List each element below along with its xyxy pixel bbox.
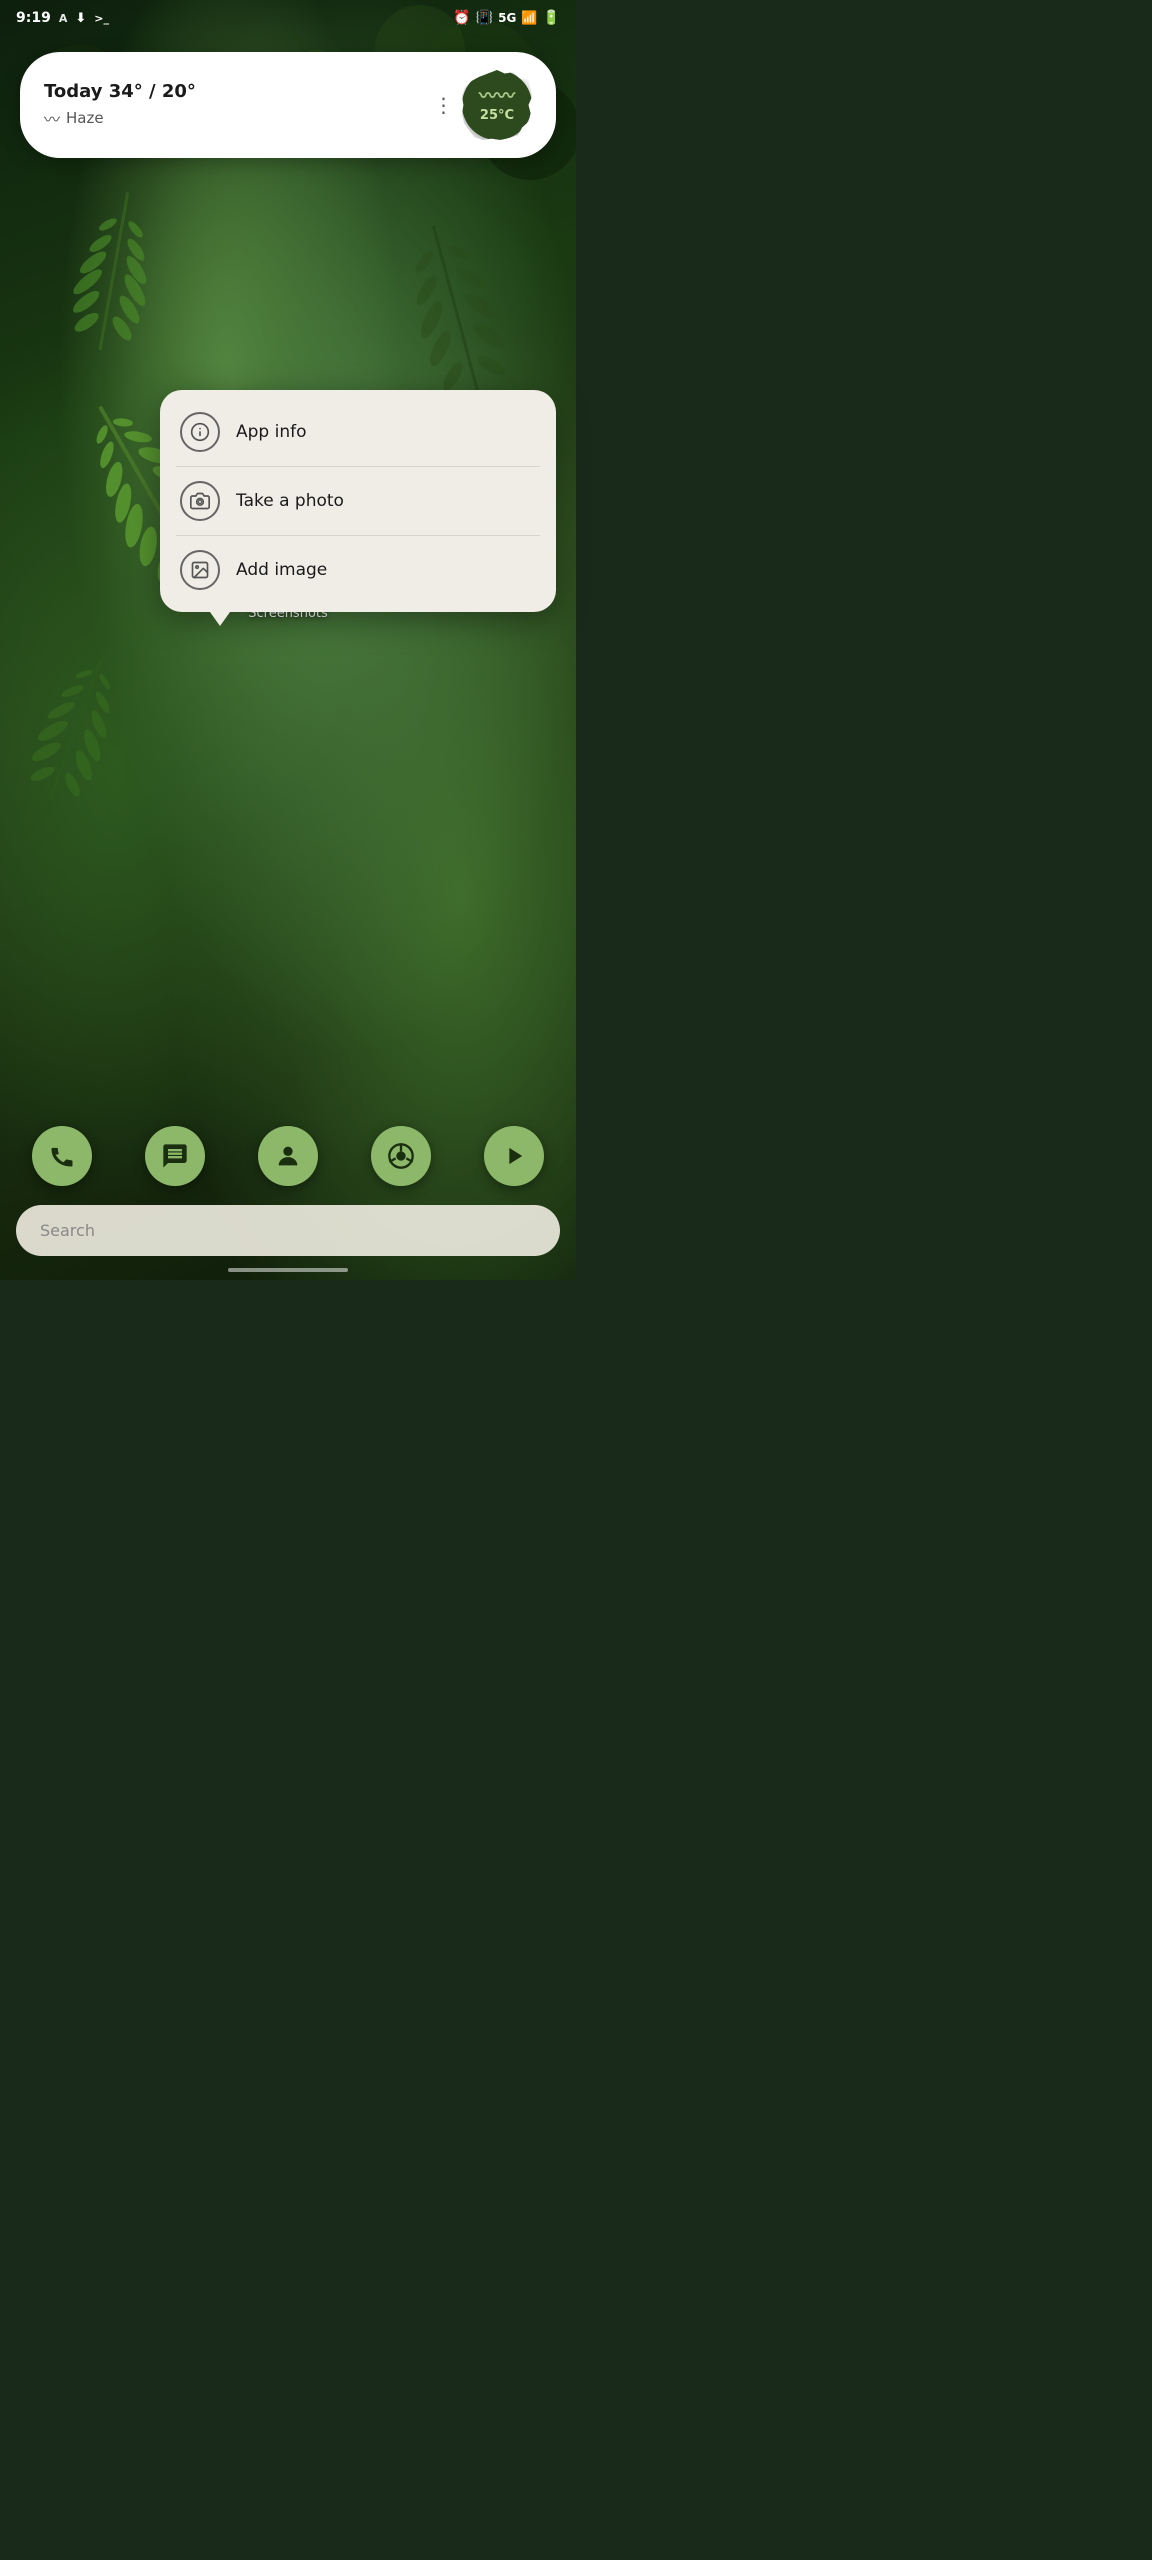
menu-item-app-info[interactable]: App info	[160, 398, 556, 466]
add-image-label: Add image	[236, 560, 327, 580]
home-indicator[interactable]	[228, 1268, 348, 1272]
app-info-label: App info	[236, 422, 307, 442]
alarm-icon: ⏰	[453, 10, 470, 26]
current-temp: 25°C	[480, 108, 514, 123]
dock-play-store[interactable]	[484, 1126, 544, 1186]
search-bar[interactable]: Search	[16, 1205, 560, 1256]
take-photo-label: Take a photo	[236, 491, 344, 511]
status-time: 9:19	[16, 10, 51, 26]
add-image-icon	[180, 550, 220, 590]
status-right: ⏰ 📳 5G 📶 🔋	[453, 10, 560, 26]
weather-more-button[interactable]: ⋮	[426, 87, 462, 123]
terminal-icon: >_	[94, 12, 109, 25]
weather-condition: 〰 Haze	[44, 106, 426, 130]
weather-widget[interactable]: Today 34° / 20° 〰 Haze ⋮ 〰〰 25°C	[20, 52, 556, 158]
vibrate-icon: 📳	[476, 10, 493, 26]
signal-5g-icon: 5G	[498, 11, 516, 25]
status-bar: 9:19 A ⬇ >_ ⏰ 📳 5G 📶 🔋	[0, 0, 576, 36]
dock-phone[interactable]	[32, 1126, 92, 1186]
condition-label: Haze	[66, 109, 104, 127]
font-size-icon: A	[59, 12, 68, 25]
app-info-icon	[180, 412, 220, 452]
weather-temp-range: Today 34° / 20°	[44, 81, 426, 102]
battery-icon: 🔋	[543, 10, 560, 26]
status-left: 9:19 A ⬇ >_	[16, 10, 109, 26]
context-menu: App info Take a photo Add image	[160, 390, 556, 612]
wave-icon: 〰〰	[479, 88, 515, 106]
weather-info: Today 34° / 20° 〰 Haze	[44, 81, 426, 130]
weather-badge: 〰〰 25°C	[462, 70, 532, 140]
haze-icon: 〰	[44, 106, 60, 130]
menu-item-take-photo[interactable]: Take a photo	[160, 467, 556, 535]
search-placeholder: Search	[40, 1221, 95, 1240]
download-icon: ⬇	[75, 11, 86, 26]
camera-icon	[180, 481, 220, 521]
menu-item-add-image[interactable]: Add image	[160, 536, 556, 604]
dock-chrome[interactable]	[371, 1126, 431, 1186]
fern-overlay	[0, 0, 576, 1280]
dock-messages[interactable]	[145, 1126, 205, 1186]
dock	[16, 1112, 560, 1200]
signal-bars-icon: 📶	[521, 11, 537, 26]
dock-contacts[interactable]	[258, 1126, 318, 1186]
